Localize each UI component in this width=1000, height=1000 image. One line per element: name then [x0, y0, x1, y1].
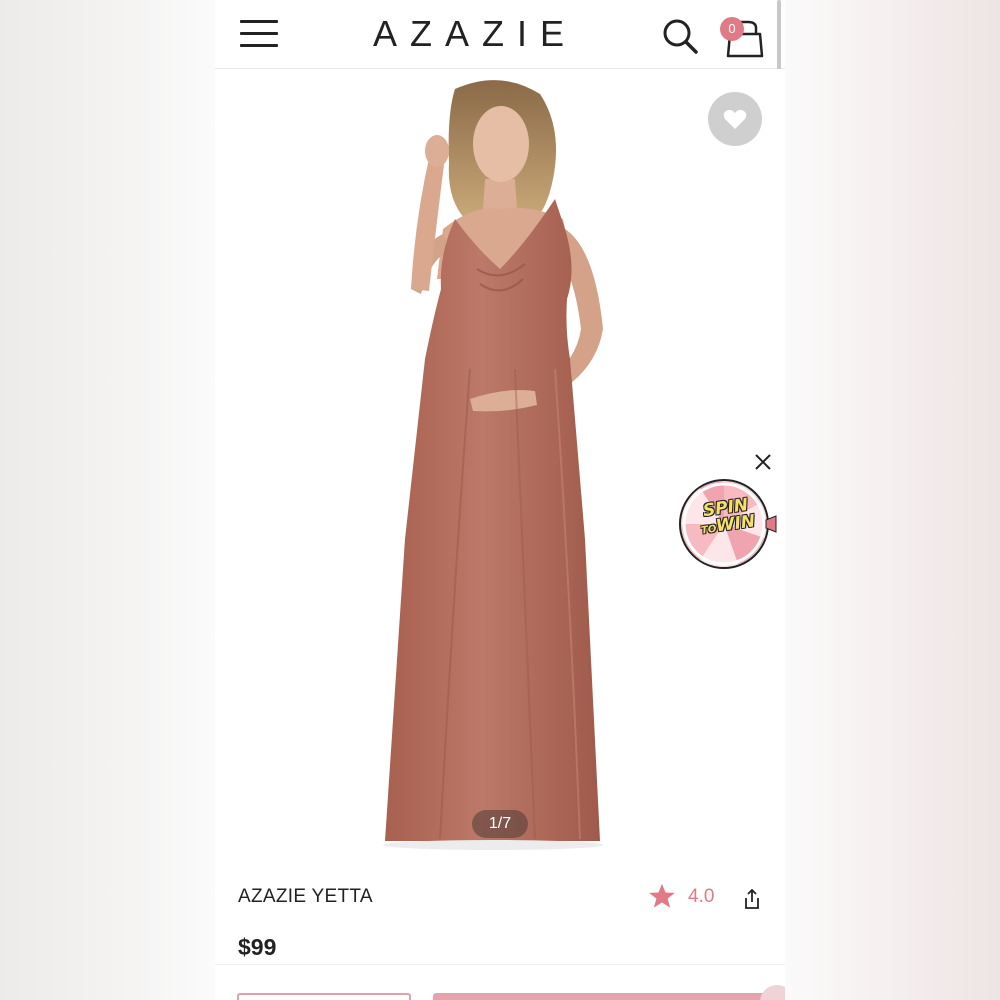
- heart-icon: [723, 109, 747, 129]
- star-icon: [648, 882, 676, 910]
- site-header: AZAZIE 0: [215, 0, 785, 69]
- rating-value: 4.0: [688, 886, 715, 907]
- image-counter: 1/7: [472, 810, 528, 838]
- brand-logo[interactable]: AZAZIE: [355, 14, 595, 54]
- mobile-viewport: AZAZIE 0 1/7 SPIN TOWIN AZAZIE YETTA 4.0…: [215, 0, 785, 1000]
- add-to-bag-button[interactable]: [433, 993, 773, 1000]
- shopping-bag-icon[interactable]: 0: [718, 12, 768, 58]
- cart-count-badge: 0: [720, 17, 744, 41]
- hamburger-menu-icon[interactable]: [240, 20, 278, 50]
- bottom-action-bar: [215, 964, 785, 1000]
- product-title: AZAZIE YETTA: [238, 886, 373, 907]
- product-price: $99: [238, 934, 277, 960]
- favorite-button[interactable]: [708, 92, 762, 146]
- chat-button[interactable]: [760, 985, 785, 1000]
- close-icon[interactable]: [753, 452, 773, 472]
- secondary-action-button[interactable]: [237, 993, 411, 1000]
- share-icon[interactable]: [742, 888, 762, 910]
- product-image[interactable]: [215, 69, 785, 865]
- search-icon[interactable]: [660, 16, 700, 56]
